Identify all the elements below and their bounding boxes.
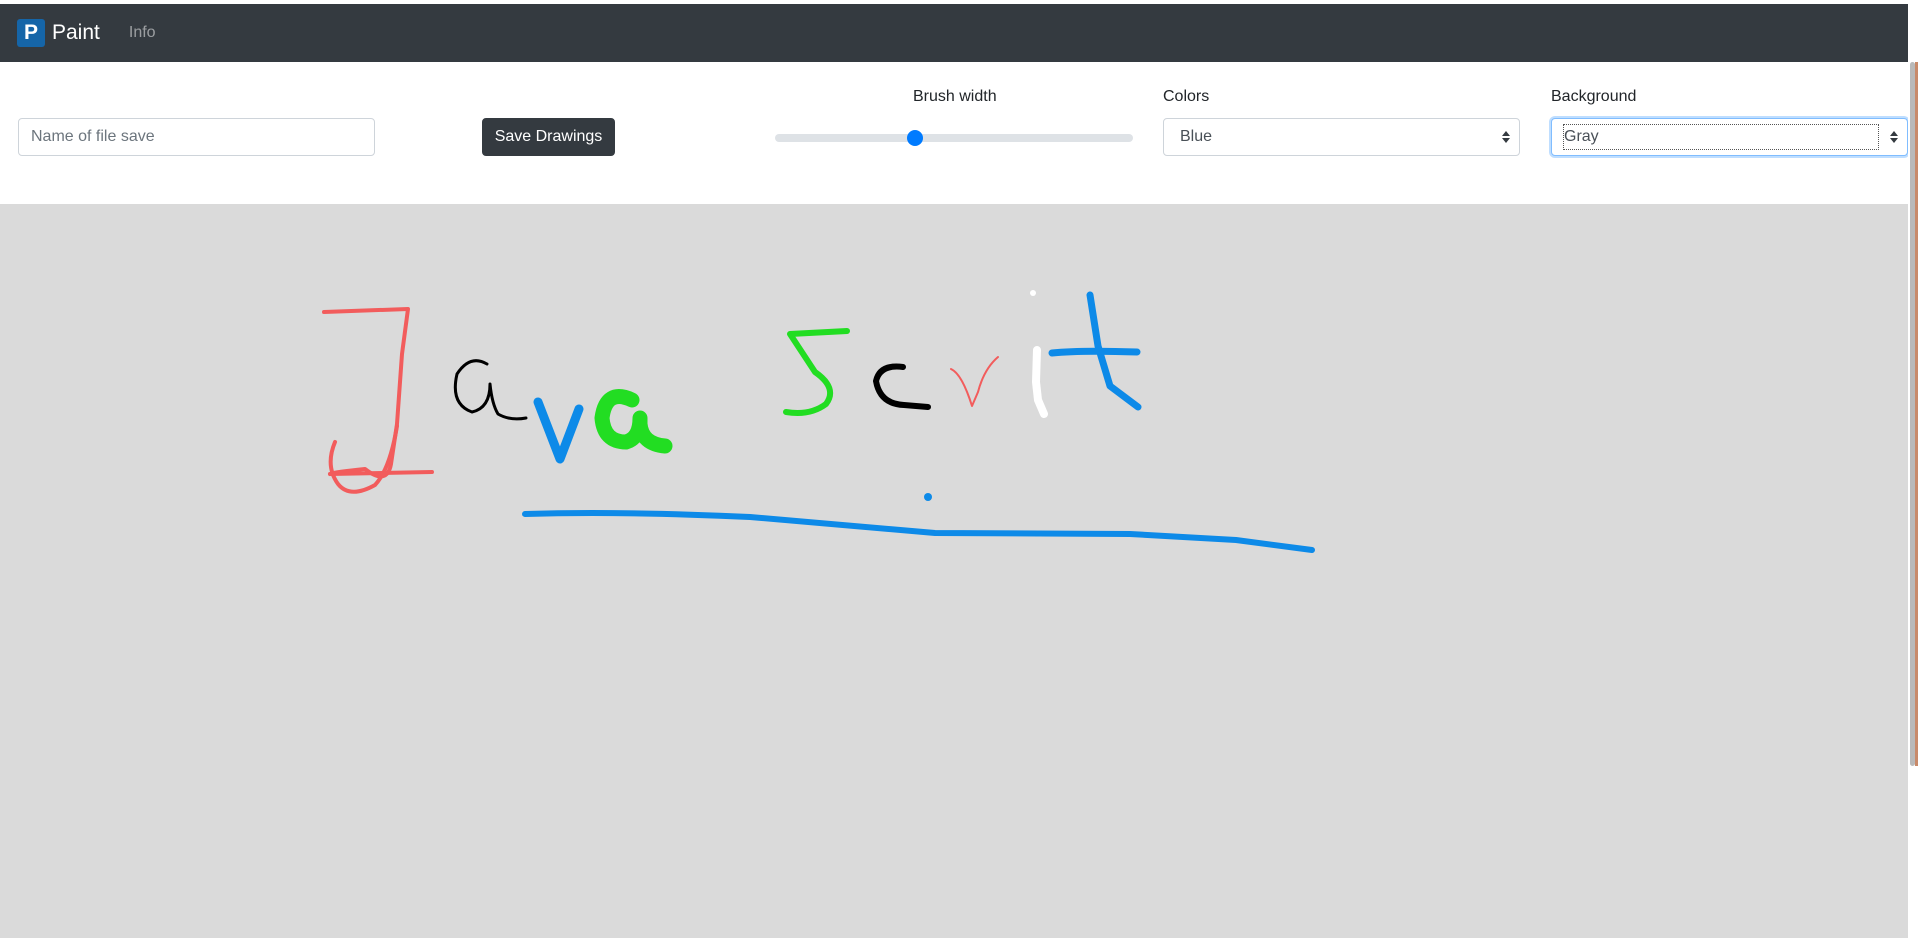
brush-width-slider-thumb[interactable] <box>906 130 923 146</box>
colors-select-value: Blue <box>1180 128 1213 145</box>
navbar: P Paint Info <box>0 4 1908 62</box>
nav-link-info[interactable]: Info <box>129 24 156 42</box>
brush-width-slider[interactable] <box>775 130 1133 146</box>
stroke-letter-c <box>873 363 931 410</box>
stroke-letter-S <box>783 328 850 416</box>
file-name-input[interactable] <box>18 118 375 156</box>
background-label: Background <box>1551 88 1637 105</box>
select-arrows-icon <box>1501 130 1511 144</box>
focus-ring <box>1563 124 1879 150</box>
brush-width-label: Brush width <box>913 88 997 105</box>
brand-name[interactable]: Paint <box>52 21 100 45</box>
paint-app: P Paint Info Save Drawings Brush width C… <box>0 0 1918 938</box>
colors-label: Colors <box>1163 88 1210 105</box>
drawing-canvas[interactable] <box>0 204 1908 938</box>
stroke-letter-i <box>1030 290 1048 418</box>
brand[interactable]: P Paint <box>17 19 100 47</box>
drawing-toolbar: Save Drawings Brush width Colors Blue Ba… <box>0 62 1908 204</box>
stroke-letter-v <box>533 397 584 464</box>
paint-logo-icon: P <box>17 19 45 47</box>
background-select-value: Gray <box>1564 128 1599 145</box>
stroke-letter-a-bold <box>594 389 673 454</box>
colors-select[interactable]: Blue <box>1163 118 1520 156</box>
stroke-letter-r <box>950 356 999 407</box>
select-arrows-icon <box>1889 130 1899 144</box>
background-select[interactable]: Gray <box>1551 118 1908 156</box>
stroke-letter-J <box>322 307 434 494</box>
save-drawings-button[interactable]: Save Drawings <box>482 118 615 156</box>
stroke-letter-t <box>1048 291 1142 411</box>
stroke-letter-a-thin <box>453 359 528 421</box>
stroke-underline <box>522 493 1315 553</box>
canvas-drawing <box>322 290 1315 553</box>
